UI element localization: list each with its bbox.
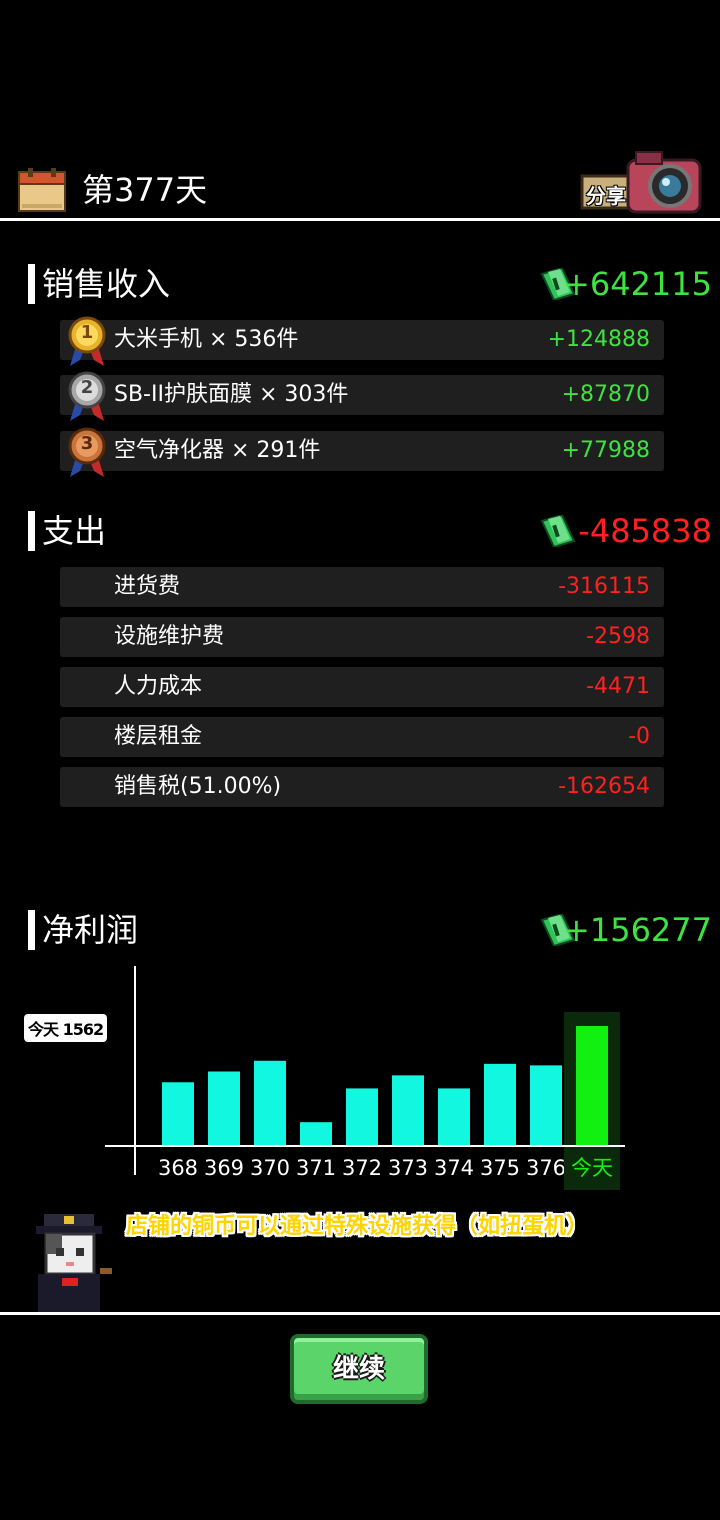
chart-bar <box>438 1088 470 1146</box>
chart-bar <box>208 1071 240 1146</box>
row-label: 进货费 <box>114 574 181 599</box>
chart-bar <box>162 1082 194 1146</box>
footer-divider <box>0 1312 720 1315</box>
x-tick-label: 374 <box>434 1156 474 1180</box>
section-marker <box>28 264 35 304</box>
row-value: -0 <box>628 724 650 749</box>
row-label: 空气净化器 × 291件 <box>114 438 321 463</box>
x-tick-label: 372 <box>342 1156 382 1180</box>
x-tick-label: 368 <box>158 1156 198 1180</box>
row-label: 销售税(51.00%) <box>114 774 282 799</box>
x-tick-label: 373 <box>388 1156 428 1180</box>
profit-total: +156277 <box>563 911 712 949</box>
sales-title: 销售收入 <box>42 265 171 303</box>
x-tick-label: 今天 <box>571 1156 613 1180</box>
header-divider <box>0 218 720 221</box>
calendar-icon <box>18 168 66 212</box>
medal-rank: 1 <box>80 322 94 343</box>
continue-label: 继续 <box>332 1354 385 1384</box>
row-label: 大米手机 × 536件 <box>114 327 299 352</box>
profit-title: 净利润 <box>42 911 139 949</box>
today-marker-label: 今天 1562 <box>24 1014 108 1042</box>
row-label: 设施维护费 <box>114 624 225 649</box>
silver-medal-icon: 2 <box>64 371 110 423</box>
row-value: +87870 <box>561 382 650 407</box>
section-marker <box>28 910 35 950</box>
x-tick-label: 375 <box>480 1156 520 1180</box>
sales-row: 2 SB-II护肤面膜 × 303件 +87870 <box>60 371 664 421</box>
npc-cat-avatar <box>20 1208 120 1314</box>
row-value: -162654 <box>558 774 650 799</box>
expenses-title: 支出 <box>42 512 107 550</box>
today-marker-text: 今天 1562 <box>28 1020 104 1039</box>
share-label: 分享 <box>586 184 626 208</box>
x-tick-label: 376 <box>526 1156 566 1180</box>
row-label: 楼层租金 <box>114 724 203 749</box>
expense-row: 楼层租金 -0 <box>60 717 664 757</box>
day-title: 第377天 <box>82 171 208 209</box>
row-label: 人力成本 <box>114 674 203 699</box>
bronze-medal-icon: 3 <box>64 427 110 479</box>
x-tick-label: 369 <box>204 1156 244 1180</box>
row-value: -4471 <box>586 674 650 699</box>
chart-bar <box>346 1088 378 1146</box>
tip-bubble: 店铺的铜币可以通过特殊设施获得（如扭蛋机） <box>116 1208 636 1246</box>
row-value: +124888 <box>547 327 650 352</box>
expense-row: 进货费 -316115 <box>60 567 664 607</box>
gold-medal-icon: 1 <box>64 316 110 368</box>
chart-bar <box>300 1122 332 1146</box>
chart-bar <box>254 1060 286 1146</box>
expense-row: 人力成本 -4471 <box>60 667 664 707</box>
row-value: +77988 <box>561 438 650 463</box>
expense-row: 设施维护费 -2598 <box>60 617 664 657</box>
section-marker <box>28 511 35 551</box>
sales-total: +642115 <box>563 265 712 303</box>
row-label: SB-II护肤面膜 × 303件 <box>114 382 349 407</box>
chart-bar <box>392 1075 424 1146</box>
expenses-total: -485838 <box>578 512 712 550</box>
tip-text: 店铺的铜币可以通过特殊设施获得（如扭蛋机） <box>126 1214 589 1239</box>
continue-button[interactable]: 继续 <box>290 1334 428 1404</box>
share-button[interactable]: 分享 <box>580 150 704 214</box>
medal-rank: 2 <box>80 377 94 398</box>
profit-chart: 368 369 370 371 372 373 374 375 376 今天 <box>105 966 625 1190</box>
x-tick-label: 371 <box>296 1156 336 1180</box>
chart-bar <box>484 1063 516 1146</box>
x-tick-label: 370 <box>250 1156 290 1180</box>
medal-rank: 3 <box>80 433 94 454</box>
sales-row: 1 大米手机 × 536件 +124888 <box>60 316 664 366</box>
row-value: -316115 <box>558 574 650 599</box>
chart-bar <box>530 1065 562 1146</box>
expense-row: 销售税(51.00%) -162654 <box>60 767 664 807</box>
cash-icon <box>540 513 576 549</box>
sales-row: 3 空气净化器 × 291件 +77988 <box>60 427 664 477</box>
row-value: -2598 <box>586 624 650 649</box>
chart-bar <box>576 1026 608 1146</box>
